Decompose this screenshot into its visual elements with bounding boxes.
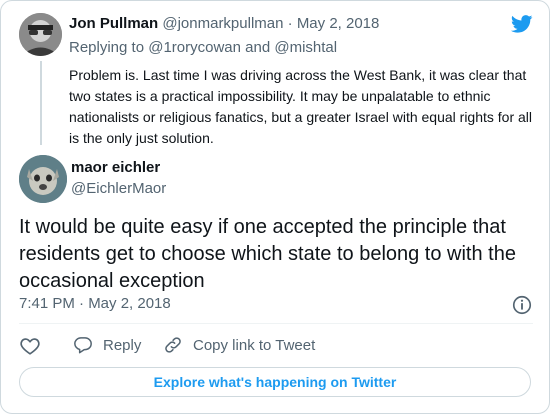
actions-divider xyxy=(19,323,533,324)
speech-bubble-icon xyxy=(74,337,92,354)
parent-author-avatar[interactable] xyxy=(19,13,62,56)
copy-link-button[interactable]: Copy link to Tweet xyxy=(163,335,315,355)
link-icon xyxy=(165,337,181,353)
like-button[interactable] xyxy=(19,335,41,357)
main-tweet-text: It would be quite easy if one accepted t… xyxy=(19,216,516,292)
twitter-bird-icon[interactable] xyxy=(511,15,533,33)
tweet-timestamp[interactable]: 7:41 PM · May 2, 2018 xyxy=(19,295,171,312)
heart-icon xyxy=(20,338,40,355)
parent-author-handle[interactable]: @jonmarkpullman xyxy=(162,15,283,32)
info-icon[interactable] xyxy=(511,294,533,316)
replying-prefix: Replying to xyxy=(69,39,145,56)
copy-link-label: Copy link to Tweet xyxy=(193,336,316,354)
parent-author-name[interactable]: Jon Pullman xyxy=(69,15,158,32)
reply-button[interactable]: Reply xyxy=(73,335,141,355)
thread-connector-line xyxy=(40,61,42,145)
main-author-name[interactable]: maor eichler xyxy=(71,159,160,176)
header-separator: · xyxy=(287,15,293,32)
reply-label: Reply xyxy=(103,336,142,354)
main-author-handle[interactable]: @EichlerMaor xyxy=(71,180,166,197)
mention-link-1[interactable]: @1rorycowan xyxy=(148,39,241,56)
main-author-avatar[interactable] xyxy=(19,155,67,203)
mention-link-2[interactable]: @mishtal xyxy=(274,39,337,56)
parent-tweet-date[interactable]: May 2, 2018 xyxy=(297,15,380,32)
parent-tweet-text: Problem is. Last time I was driving acro… xyxy=(69,67,533,146)
parent-tweet-header: Jon Pullman @jonmarkpullman · May 2, 201… xyxy=(69,15,379,32)
explore-twitter-button[interactable]: Explore what's happening on Twitter xyxy=(19,367,531,397)
replying-to-line: Replying to @1rorycowan and @mishtal xyxy=(69,39,337,56)
tweet-embed-card: Jon Pullman @jonmarkpullman · May 2, 201… xyxy=(0,0,550,414)
replying-and: and xyxy=(245,39,271,56)
